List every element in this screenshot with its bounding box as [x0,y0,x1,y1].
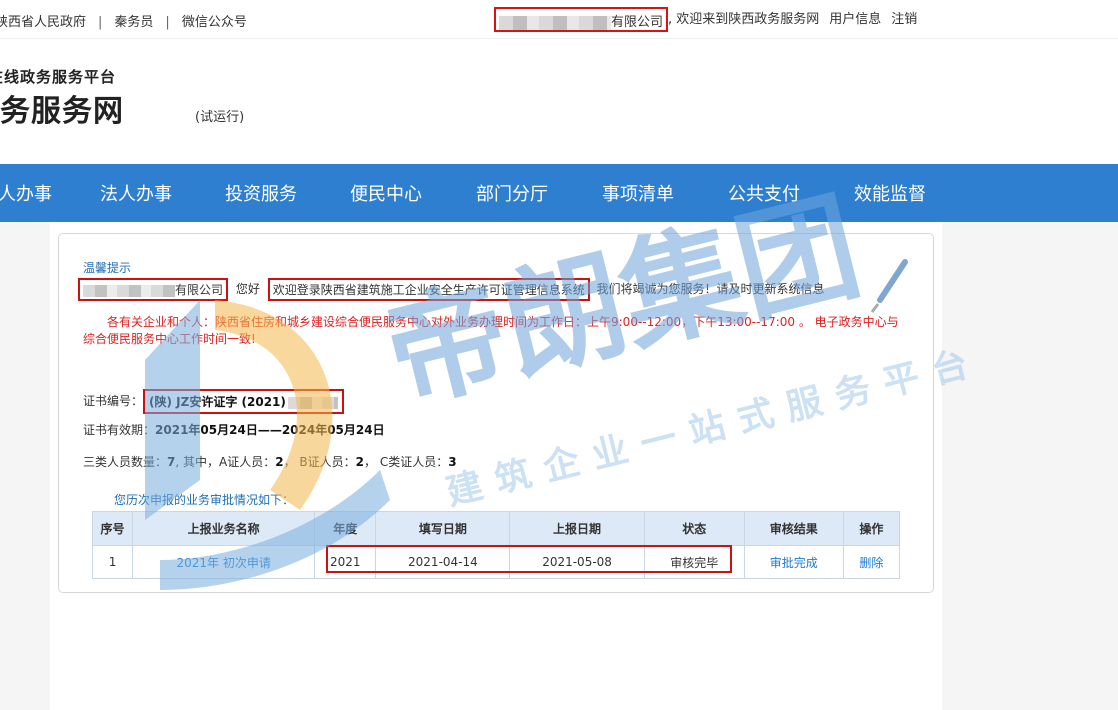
col-header-year: 年度 [314,511,377,546]
cert-number-row: 证书编号： (陕) JZ安许证字 (2021) [83,389,344,414]
nav-item-item-list[interactable]: 事项清单 [602,180,674,206]
left-gutter [0,222,50,710]
trial-label: (试运行) [195,110,245,125]
col-header-report-date: 上报日期 [509,511,645,546]
link-wechat[interactable]: 微信公众号 [182,15,247,30]
staff-count-row: 三类人员数量：7, 其中，A证人员：2， B证人员：2， C类证人员：3 [83,453,457,470]
staff-among-label: , 其中，A证人员： [175,455,276,469]
system-welcome-text: 欢迎登录陕西省建筑施工企业安全生产许可证管理信息系统 [272,283,585,297]
welcome-text: , 欢迎来到陕西政务服务网 [668,12,820,27]
staff-a-count: 2 [275,455,284,469]
link-shaanxi-gov[interactable]: 陕西省人民政府 [0,15,86,30]
nav-item-legal-person[interactable]: 法人办事 [100,180,172,206]
company-suffix: 有限公司 [611,15,664,30]
staff-b-count: 2 [355,455,364,469]
redacted-company-name [499,15,611,30]
tip-title: 温馨提示 [83,261,132,275]
nav-item-investment[interactable]: 投资服务 [225,180,297,206]
staff-c-label: ， C类证人员： [364,455,449,469]
company-suffix: 有限公司 [175,283,224,297]
user-area: 有限公司 , 欢迎来到陕西政务服务网 用户信息 注销 [494,7,917,32]
top-links: 陕西省人民政府 | 秦务员 | 微信公众号 [0,11,247,30]
user-info-link[interactable]: 用户信息 [829,12,881,27]
separator: | [165,15,170,30]
application-name-link[interactable]: 2021年 初次申请 [132,545,316,579]
nav-item-convenience[interactable]: 便民中心 [350,180,422,206]
cert-number-label: 证书编号： [83,394,144,408]
cert-validity-label: 证书有效期： [83,423,156,437]
nav-item-payment[interactable]: 公共支付 [728,180,800,206]
logout-link[interactable]: 注销 [891,12,917,27]
right-gutter [942,222,1118,710]
company-name-highlight: 有限公司 [78,278,229,301]
col-header-no: 序号 [91,511,134,546]
col-header-status: 状态 [643,511,745,546]
top-bar: 陕西省人民政府 | 秦务员 | 微信公众号 有限公司 , 欢迎来到陕西政务服务网 用户信息注… [0,0,1118,39]
service-message: 我们将竭诚为您服务！请及时更新系统信息 [596,282,825,296]
nav-item-departments[interactable]: 部门分厅 [476,180,548,206]
row-highlight-box [326,545,732,573]
delete-link[interactable]: 删除 [842,545,901,579]
greeting-line: 有限公司 您好 欢迎登录陕西省建筑施工企业安全生产许可证管理信息系统 我们将竭诚… [78,278,825,301]
separator: | [98,15,103,30]
col-header-result: 审核结果 [743,511,844,546]
history-title: 您历次申报的业务审批情况如下： [114,493,295,507]
site-title: 务服务网 [0,94,124,129]
col-header-name: 上报业务名称 [132,511,316,546]
main-nav: 人办事 法人办事 投资服务 便民中心 部门分厅 事项清单 公共支付 效能监督 [0,164,1118,222]
review-result-link[interactable]: 审批完成 [743,545,844,579]
cert-validity-row: 证书有效期：2021年05月24日——2024年05月24日 [83,421,385,438]
site-subtitle: 在线政务服务平台 [0,68,117,86]
hello-text: 您好 [235,282,260,296]
redacted-cert-number [287,396,338,409]
redacted-company-name [83,284,175,297]
cert-validity-value: 2021年05月24日——2024年05月24日 [155,423,385,437]
staff-c-count: 3 [448,455,457,469]
system-welcome-highlight: 欢迎登录陕西省建筑施工企业安全生产许可证管理信息系统 [267,278,590,301]
working-hours-notice: 各有关企业和个人：陕西省住房和城乡建设综合便民服务中心对外业务办理时间为工作日：… [83,315,899,346]
link-qinwuyuan[interactable]: 秦务员 [114,15,153,30]
nav-item-personal[interactable]: 人办事 [0,180,52,206]
staff-label: 三类人员数量： [83,455,168,469]
col-header-fill-date: 填写日期 [375,511,511,546]
staff-b-label: ， B证人员： [283,455,356,469]
company-name-highlight: 有限公司 [494,7,669,32]
nav-item-supervision[interactable]: 效能监督 [854,180,926,206]
cert-number-highlight: (陕) JZ安许证字 (2021) [143,389,344,414]
col-header-action: 操作 [842,511,901,546]
cell-no: 1 [91,545,134,579]
cert-number-value: (陕) JZ安许证字 (2021) [149,395,286,409]
table-header-row: 序号 上报业务名称 年度 填写日期 上报日期 状态 审核结果 操作 [91,511,901,546]
